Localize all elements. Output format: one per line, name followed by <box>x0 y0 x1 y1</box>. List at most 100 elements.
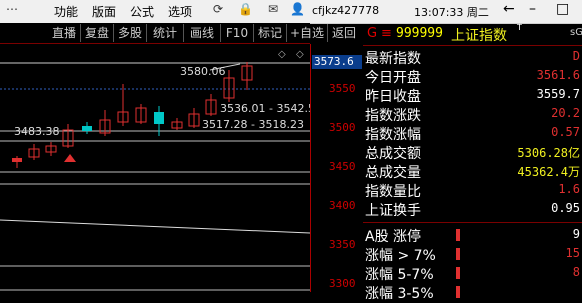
stat-label: 最新指数 <box>365 51 421 67</box>
stat-value: 1.6 <box>558 182 580 196</box>
tab-back[interactable]: 返回 <box>328 24 360 42</box>
tab-draw-line[interactable]: 画线 <box>184 24 221 42</box>
stat-value: 20.2 <box>551 106 580 120</box>
breadth-value: 9 <box>572 227 580 241</box>
stat-row: 指数涨跌 20.2 <box>363 104 582 124</box>
stat-value: 3561.6 <box>536 68 580 82</box>
candle <box>223 70 235 102</box>
candle <box>82 122 92 134</box>
axis-tick: 3450 <box>329 160 356 173</box>
candle <box>45 142 57 156</box>
stat-label: 总成交量 <box>365 165 421 181</box>
stat-label: 指数量比 <box>365 184 421 200</box>
stat-row: 最新指数 D <box>363 47 582 67</box>
stat-row: 上证换手 0.95 <box>363 199 582 219</box>
breadth-row: A股 涨停 9 <box>363 225 582 245</box>
quote-header: G ≡ 999999 上证指数 T sG <box>363 23 582 46</box>
tab-statistics[interactable]: 统计 <box>147 24 184 42</box>
candle <box>171 118 183 130</box>
breadth-row: 涨幅 5-7% 8 <box>363 263 582 283</box>
stat-value: 3559.7 <box>536 87 580 101</box>
back-arrow-icon[interactable]: ← <box>503 1 515 17</box>
breadth-label: 涨幅 5-7% <box>365 267 434 283</box>
quote-marker: G <box>367 26 378 41</box>
candlestick-chart[interactable]: ◇ ◇ 3580.06 3536.01 - 3542.5 3517.28 - 3… <box>0 44 315 292</box>
axis-tick: 3350 <box>329 238 356 251</box>
stat-value: 5306.28亿 <box>517 146 580 160</box>
high-price-label: 3580.06 <box>180 65 226 78</box>
candle <box>135 104 147 124</box>
trend-line <box>0 219 311 234</box>
menu-function[interactable]: 功能 <box>54 3 78 20</box>
candle <box>12 156 22 168</box>
username: cfjkz427778 <box>312 4 380 17</box>
menu-layout[interactable]: 版面 <box>92 3 116 20</box>
stat-label: 昨日收盘 <box>365 89 421 105</box>
tab-mark[interactable]: 标记 <box>254 24 287 42</box>
refresh-icon[interactable]: ⟳ <box>213 2 223 16</box>
level-price-label: 3483.38 <box>14 125 60 138</box>
menu-options[interactable]: 选项 <box>168 3 192 20</box>
stat-value: D <box>572 49 580 63</box>
candle <box>62 124 74 148</box>
candle <box>241 62 253 90</box>
breadth-bar <box>456 229 460 241</box>
axis-tick: 3400 <box>329 199 356 212</box>
stat-label: 总成交额 <box>365 146 421 162</box>
tab-f10[interactable]: F10 <box>221 24 254 42</box>
candle <box>205 94 217 116</box>
divider <box>363 222 582 223</box>
menu-bar: ⋯ 功能 版面 公式 选项 ⟳ 🔒 ✉ 👤 cfjkz427778 13:07:… <box>0 0 582 24</box>
breadth-bar <box>456 286 460 298</box>
more-icon[interactable]: ⋯ <box>6 2 18 16</box>
chart-canvas: ◇ ◇ 3580.06 3536.01 - 3542.5 3517.28 - 3… <box>0 49 315 291</box>
minimize-button[interactable]: – <box>529 1 536 17</box>
signal-label: sG <box>570 27 582 38</box>
stat-row: 总成交量 45362.4万 <box>363 161 582 181</box>
stat-label: 上证换手 <box>365 203 421 219</box>
stat-value: 45362.4万 <box>517 165 580 179</box>
breadth-row: 涨幅 > 7% 15 <box>363 244 582 264</box>
stat-row: 总成交额 5306.28亿 <box>363 142 582 162</box>
breadth-label: 涨幅 > 7% <box>365 248 436 264</box>
stat-row: 指数量比 1.6 <box>363 180 582 200</box>
lock-icon[interactable]: 🔒 <box>238 2 253 16</box>
diamond-icon[interactable]: ◇ <box>278 49 286 60</box>
buy-signal-arrow <box>64 154 76 162</box>
diamond-icon-2[interactable]: ◇ <box>296 49 304 60</box>
price-axis: 3573.6 3550 3500 3450 3400 3350 3300 <box>310 44 363 292</box>
maximize-button[interactable]: □ <box>556 1 569 17</box>
range-label-2: 3517.28 - 3518.23 <box>202 118 304 131</box>
tab-replay[interactable]: 复盘 <box>81 24 114 42</box>
menu-formula[interactable]: 公式 <box>130 3 154 20</box>
stat-label: 指数涨跌 <box>365 108 421 124</box>
stat-value: 0.95 <box>551 201 580 215</box>
stat-label: 指数涨幅 <box>365 127 421 143</box>
message-icon[interactable]: ✉ <box>268 2 278 16</box>
tab-live[interactable]: 直播 <box>48 24 81 42</box>
candle <box>28 144 40 160</box>
stat-value: 0.57 <box>551 125 580 139</box>
axis-tick: 3550 <box>329 82 356 95</box>
stat-row: 昨日收盘 3559.7 <box>363 85 582 105</box>
stock-code[interactable]: 999999 <box>396 26 443 41</box>
tab-add-watchlist[interactable]: +自选 <box>287 24 328 42</box>
user-icon[interactable]: 👤 <box>290 2 305 16</box>
menu-icon[interactable]: ≡ <box>381 26 392 41</box>
breadth-value: 15 <box>565 246 580 260</box>
stat-row: 今日开盘 3561.6 <box>363 66 582 86</box>
breadth-bar <box>456 267 460 279</box>
breadth-value: 8 <box>572 265 580 279</box>
breadth-label: 涨幅 3-5% <box>365 286 434 302</box>
clock: 13:07:33 周二 <box>414 6 489 19</box>
breadth-label: A股 涨停 <box>365 229 422 245</box>
current-price-tag: 3573.6 <box>312 55 362 69</box>
stock-name-sup: T <box>517 23 522 32</box>
axis-tick: 3300 <box>329 277 356 290</box>
stat-label: 今日开盘 <box>365 70 421 86</box>
stat-row: 指数涨幅 0.57 <box>363 123 582 143</box>
tab-multi-stock[interactable]: 多股 <box>114 24 147 42</box>
range-label-1: 3536.01 - 3542.5 <box>220 102 310 115</box>
stock-name[interactable]: 上证指数 <box>451 25 507 45</box>
axis-tick: 3500 <box>329 121 356 134</box>
